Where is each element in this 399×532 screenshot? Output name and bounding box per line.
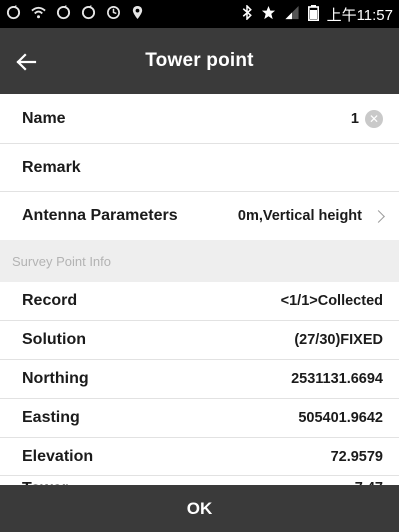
signal-icon: [284, 5, 300, 23]
easting-row: Easting 505401.9642: [0, 399, 399, 438]
info-value: 2531131.6694: [291, 371, 383, 387]
name-row[interactable]: Name 1 ✕: [0, 94, 399, 144]
info-label: Easting: [22, 409, 80, 426]
page-title: Tower point: [145, 50, 254, 71]
info-value: 72.9579: [330, 448, 383, 465]
ok-button[interactable]: OK: [0, 485, 399, 532]
antenna-label: Antenna Parameters: [22, 207, 178, 224]
antenna-value: 0m,Vertical height: [237, 208, 362, 224]
solution-row: Solution (27/30)FIXED: [0, 321, 399, 360]
back-button[interactable]: [6, 42, 46, 82]
star-icon: [261, 5, 276, 23]
remark-label: Remark: [22, 158, 81, 176]
wifi-icon: [31, 5, 46, 23]
northing-row: Northing 2531131.6694: [0, 360, 399, 399]
sync-icon: [6, 5, 21, 23]
antenna-value-wrap: 0m,Vertical height: [237, 208, 385, 224]
back-arrow-icon: [16, 53, 37, 71]
info-label: Record: [22, 292, 78, 309]
status-time: 上午11:57: [326, 6, 393, 24]
info-label: Elevation: [22, 447, 94, 465]
name-label: Name: [22, 109, 66, 127]
location-icon: [131, 5, 144, 23]
chevron-right-icon: [372, 209, 385, 223]
battery-icon: [307, 4, 319, 24]
info-label: Solution: [22, 331, 86, 348]
name-input[interactable]: 1: [351, 111, 359, 127]
sync-icon: [56, 5, 71, 23]
info-label: Northing: [22, 370, 89, 387]
name-value-wrap: 1 ✕: [351, 109, 383, 128]
info-value: (27/30)FIXED: [294, 332, 383, 348]
elevation-row: Elevation 72.9579: [0, 438, 399, 476]
bluetooth-icon: [241, 4, 253, 23]
info-value: 505401.9642: [298, 410, 383, 426]
remark-row[interactable]: Remark: [0, 144, 399, 192]
section-header: Survey Point Info: [0, 240, 399, 282]
status-bar: 上午11:57: [0, 0, 399, 28]
sync-icon: [81, 5, 96, 23]
screen: 上午11:57 Tower point Name 1 ✕ Remark Ante…: [0, 0, 399, 532]
clear-icon[interactable]: ✕: [365, 109, 383, 128]
antenna-parameters-row[interactable]: Antenna Parameters 0m,Vertical height: [0, 192, 399, 240]
clock-icon: [106, 5, 121, 23]
info-value: <1/1>Collected: [280, 293, 383, 309]
status-icons-right: 上午11:57: [241, 4, 399, 25]
title-bar: Tower point: [0, 28, 399, 94]
record-row: Record <1/1>Collected: [0, 282, 399, 321]
status-icons-left: [0, 5, 144, 23]
